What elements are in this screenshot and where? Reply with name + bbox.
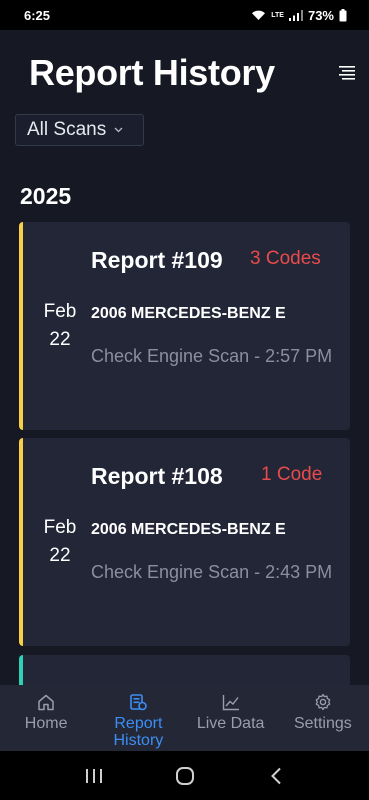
- report-date-day: 22: [49, 329, 71, 350]
- status-time: 6:25: [24, 7, 51, 23]
- report-date-month: Feb: [43, 517, 77, 538]
- report-vehicle: 2006 MERCEDES-BENZ E: [91, 305, 286, 322]
- system-nav-bar: [0, 751, 369, 800]
- report-description: Check Engine Scan - 2:57 PM: [91, 346, 333, 366]
- bottom-nav: Home Report History Live Data Settings: [0, 685, 369, 751]
- report-history-icon: [129, 693, 148, 711]
- network-type: LTE: [271, 11, 284, 19]
- battery-percent: 73%: [307, 7, 334, 23]
- hamburger-menu-icon[interactable]: [339, 64, 355, 80]
- wifi-icon: [251, 9, 266, 21]
- chart-line-icon: [222, 693, 240, 711]
- report-title: Report #108: [91, 463, 223, 489]
- nav-home-label: Home: [24, 715, 68, 732]
- report-date-day: 22: [49, 545, 71, 566]
- nav-report-history-label: Report History: [113, 715, 164, 749]
- report-date: Feb 22: [40, 298, 80, 354]
- report-codes-count: 3 Codes: [250, 248, 321, 269]
- nav-live-data[interactable]: Live Data: [185, 685, 277, 751]
- home-button-icon[interactable]: [165, 761, 205, 791]
- filter-selected-value: All Scans: [27, 119, 107, 140]
- report-title: Report #109: [91, 247, 223, 273]
- report-date: Feb 22: [40, 514, 80, 570]
- page-title: Report History: [29, 52, 275, 93]
- nav-settings[interactable]: Settings: [277, 685, 369, 751]
- scan-filter-dropdown[interactable]: All Scans: [15, 114, 144, 146]
- chevron-down-icon: [114, 125, 123, 136]
- recent-apps-icon[interactable]: [74, 761, 114, 791]
- nav-live-data-label: Live Data: [196, 715, 265, 732]
- home-icon: [37, 693, 55, 711]
- battery-icon: [339, 8, 347, 22]
- report-codes-count: 1 Code: [261, 464, 323, 485]
- signal-icon: [288, 9, 303, 21]
- nav-home[interactable]: Home: [0, 685, 92, 751]
- gear-icon: [314, 693, 332, 711]
- back-icon[interactable]: [256, 761, 296, 791]
- report-card[interactable]: Report #108 1 Code Feb 22 2006 MERCEDES-…: [19, 438, 350, 646]
- nav-report-history[interactable]: Report History: [92, 685, 184, 751]
- report-card[interactable]: Report #109 3 Codes Feb 22 2006 MERCEDES…: [19, 222, 350, 430]
- report-description: Check Engine Scan - 2:43 PM: [91, 562, 333, 582]
- nav-settings-label: Settings: [293, 715, 352, 732]
- status-bar: 6:25 LTE 73%: [0, 0, 369, 30]
- report-date-month: Feb: [43, 301, 77, 322]
- report-vehicle: 2006 MERCEDES-BENZ E: [91, 521, 286, 538]
- status-icons: LTE 73%: [251, 8, 347, 23]
- year-heading: 2025: [20, 183, 72, 209]
